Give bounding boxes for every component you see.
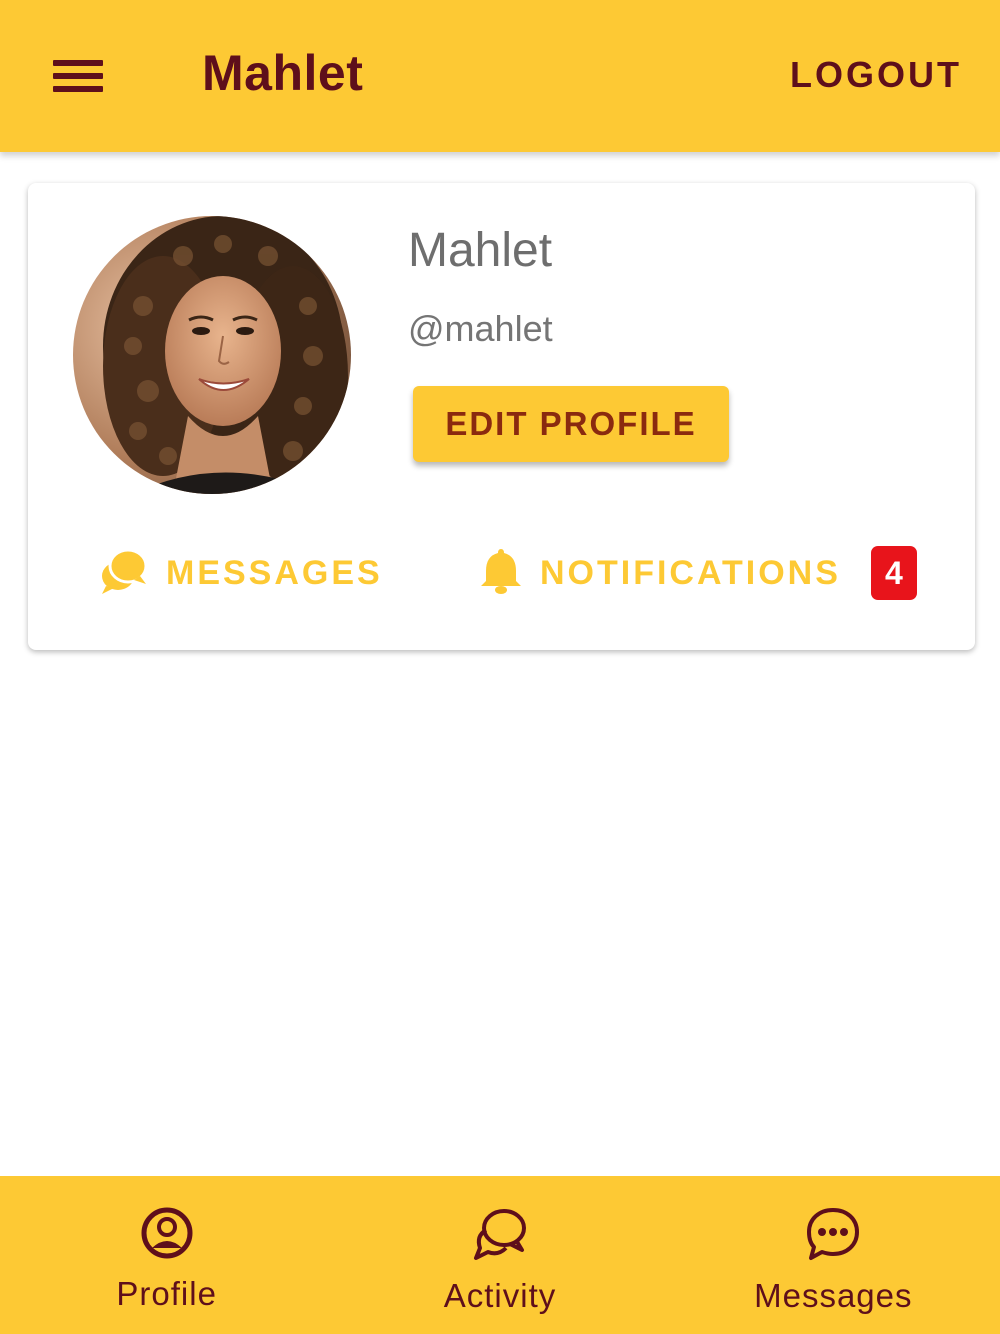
notification-count-badge: 4 [870, 546, 917, 600]
person-circle-icon [140, 1206, 194, 1265]
profile-name: Mahlet [408, 224, 553, 277]
nav-item-activity[interactable]: Activity [333, 1176, 666, 1334]
messages-link[interactable]: MESSAGES [100, 543, 383, 603]
bottom-nav: Profile Activity Messages [0, 1176, 1000, 1334]
notifications-link[interactable]: NOTIFICATIONS 4 [480, 543, 917, 603]
avatar [73, 216, 351, 494]
nav-item-profile[interactable]: Profile [0, 1176, 333, 1334]
nav-label-activity: Activity [443, 1277, 557, 1314]
chat-outline-icon [472, 1206, 528, 1267]
app-bar: Mahlet LOGOUT [0, 0, 1000, 152]
notifications-label: NOTIFICATIONS [540, 553, 841, 592]
chat-dots-icon [805, 1206, 861, 1267]
page-title: Mahlet [202, 45, 364, 101]
nav-label-profile: Profile [116, 1275, 217, 1312]
hamburger-menu-icon[interactable] [50, 52, 106, 100]
profile-photo [73, 216, 351, 494]
profile-card: Mahlet @mahlet EDIT PROFILE MESSAGES NOT… [28, 183, 975, 650]
bell-icon [480, 547, 522, 600]
logout-button[interactable]: LOGOUT [790, 54, 962, 96]
messages-label: MESSAGES [166, 553, 383, 592]
nav-label-messages: Messages [754, 1277, 913, 1314]
profile-handle: @mahlet [408, 308, 553, 349]
nav-item-messages[interactable]: Messages [667, 1176, 1000, 1334]
chat-bubbles-icon [100, 548, 148, 599]
edit-profile-button[interactable]: EDIT PROFILE [413, 386, 729, 462]
